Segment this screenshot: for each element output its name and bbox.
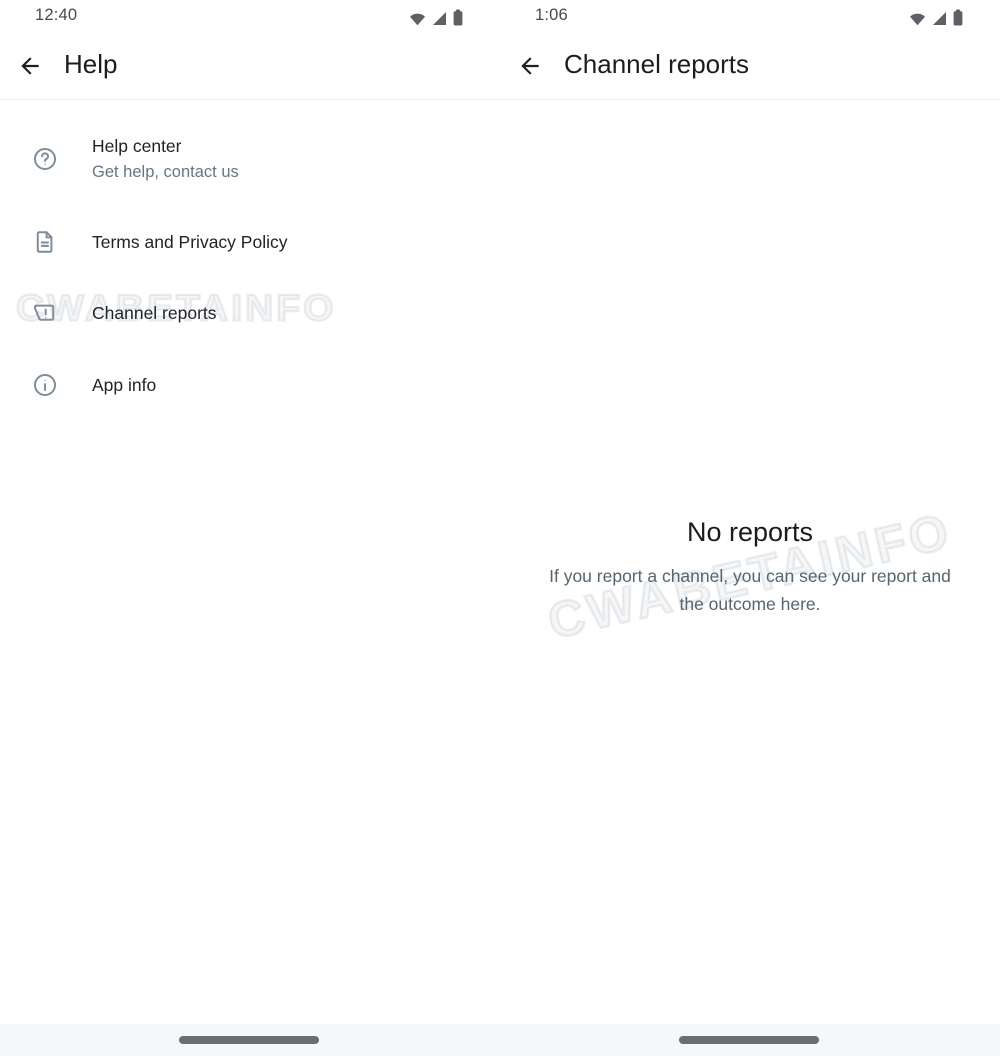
- header-divider: [500, 99, 1000, 100]
- document-icon: [31, 228, 59, 256]
- cellular-signal-icon: [432, 11, 447, 26]
- gesture-handle[interactable]: [679, 1036, 819, 1044]
- empty-state-title: No reports: [500, 514, 1000, 550]
- menu-item-channel-reports[interactable]: Channel reports: [0, 291, 500, 335]
- cellular-signal-icon: [932, 11, 947, 26]
- header-divider: [0, 99, 500, 100]
- menu-item-app-info[interactable]: App info: [0, 363, 500, 407]
- gesture-nav-bar: [0, 1024, 1000, 1056]
- menu-item-sublabel: Get help, contact us: [92, 160, 239, 184]
- menu-item-label: App info: [92, 374, 156, 396]
- menu-item-label: Help center: [92, 135, 239, 157]
- help-screen: 12:40 Help CWABETAINFO Help center Get h…: [0, 0, 500, 1056]
- page-title: Help: [64, 49, 117, 80]
- battery-icon: [953, 9, 963, 26]
- empty-state: No reports If you report a channel, you …: [500, 514, 1000, 618]
- wifi-icon: [409, 12, 426, 26]
- wifi-icon: [909, 12, 926, 26]
- status-icons: [909, 8, 963, 26]
- back-arrow-icon[interactable]: [17, 53, 43, 79]
- status-time: 1:06: [535, 6, 568, 25]
- battery-icon: [453, 9, 463, 26]
- menu-item-label: Terms and Privacy Policy: [92, 231, 287, 253]
- menu-item-help-center[interactable]: Help center Get help, contact us: [0, 128, 500, 190]
- channel-reports-screen: 1:06 Channel reports CWABETAINFO No repo…: [500, 0, 1000, 1056]
- empty-state-description: If you report a channel, you can see you…: [500, 562, 1000, 618]
- page-title: Channel reports: [564, 49, 749, 80]
- menu-item-label: Channel reports: [92, 302, 217, 324]
- gesture-handle[interactable]: [179, 1036, 319, 1044]
- help-circle-icon: [31, 145, 59, 173]
- status-time: 12:40: [35, 6, 77, 25]
- report-flag-icon: [31, 299, 59, 327]
- menu-item-terms-privacy[interactable]: Terms and Privacy Policy: [0, 220, 500, 264]
- back-arrow-icon[interactable]: [517, 53, 543, 79]
- status-icons: [409, 8, 463, 26]
- info-circle-icon: [31, 371, 59, 399]
